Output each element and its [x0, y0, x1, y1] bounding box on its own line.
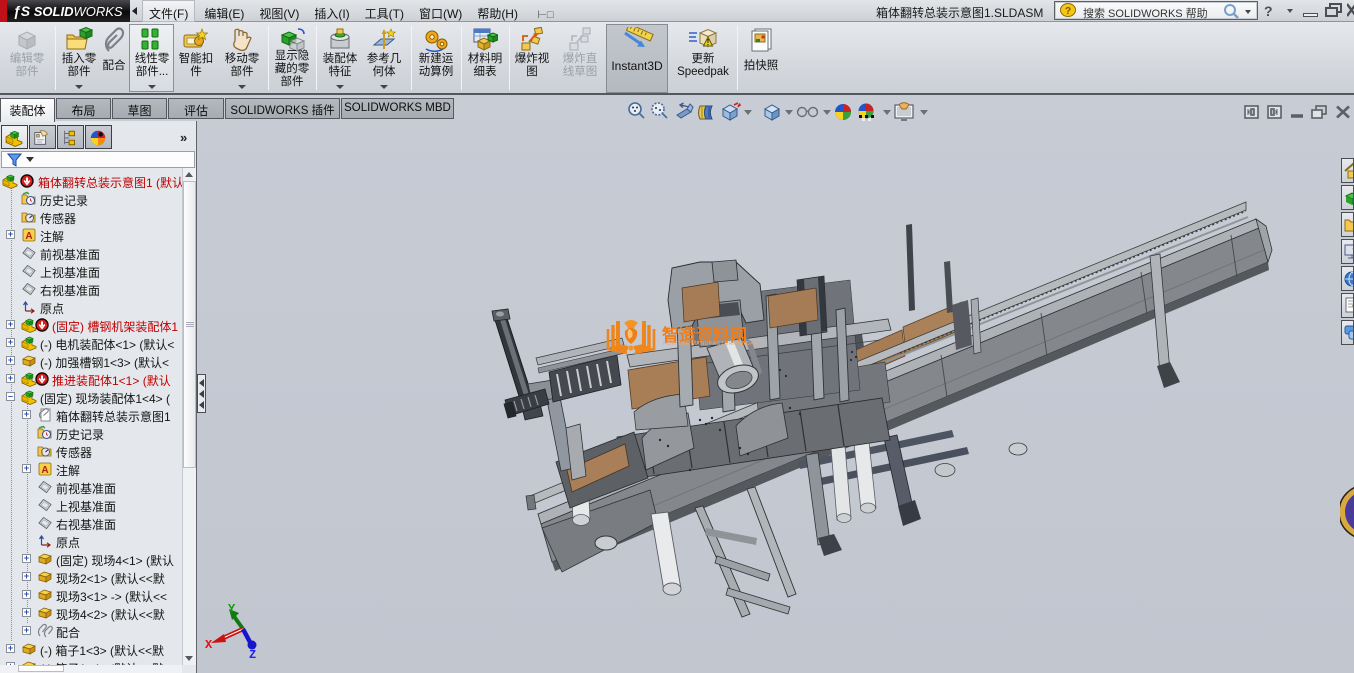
svg-text:Z: Z: [249, 648, 256, 659]
svg-text:X: X: [205, 638, 213, 652]
svg-text:?: ?: [1065, 6, 1071, 17]
svg-text:Y: Y: [228, 602, 236, 616]
